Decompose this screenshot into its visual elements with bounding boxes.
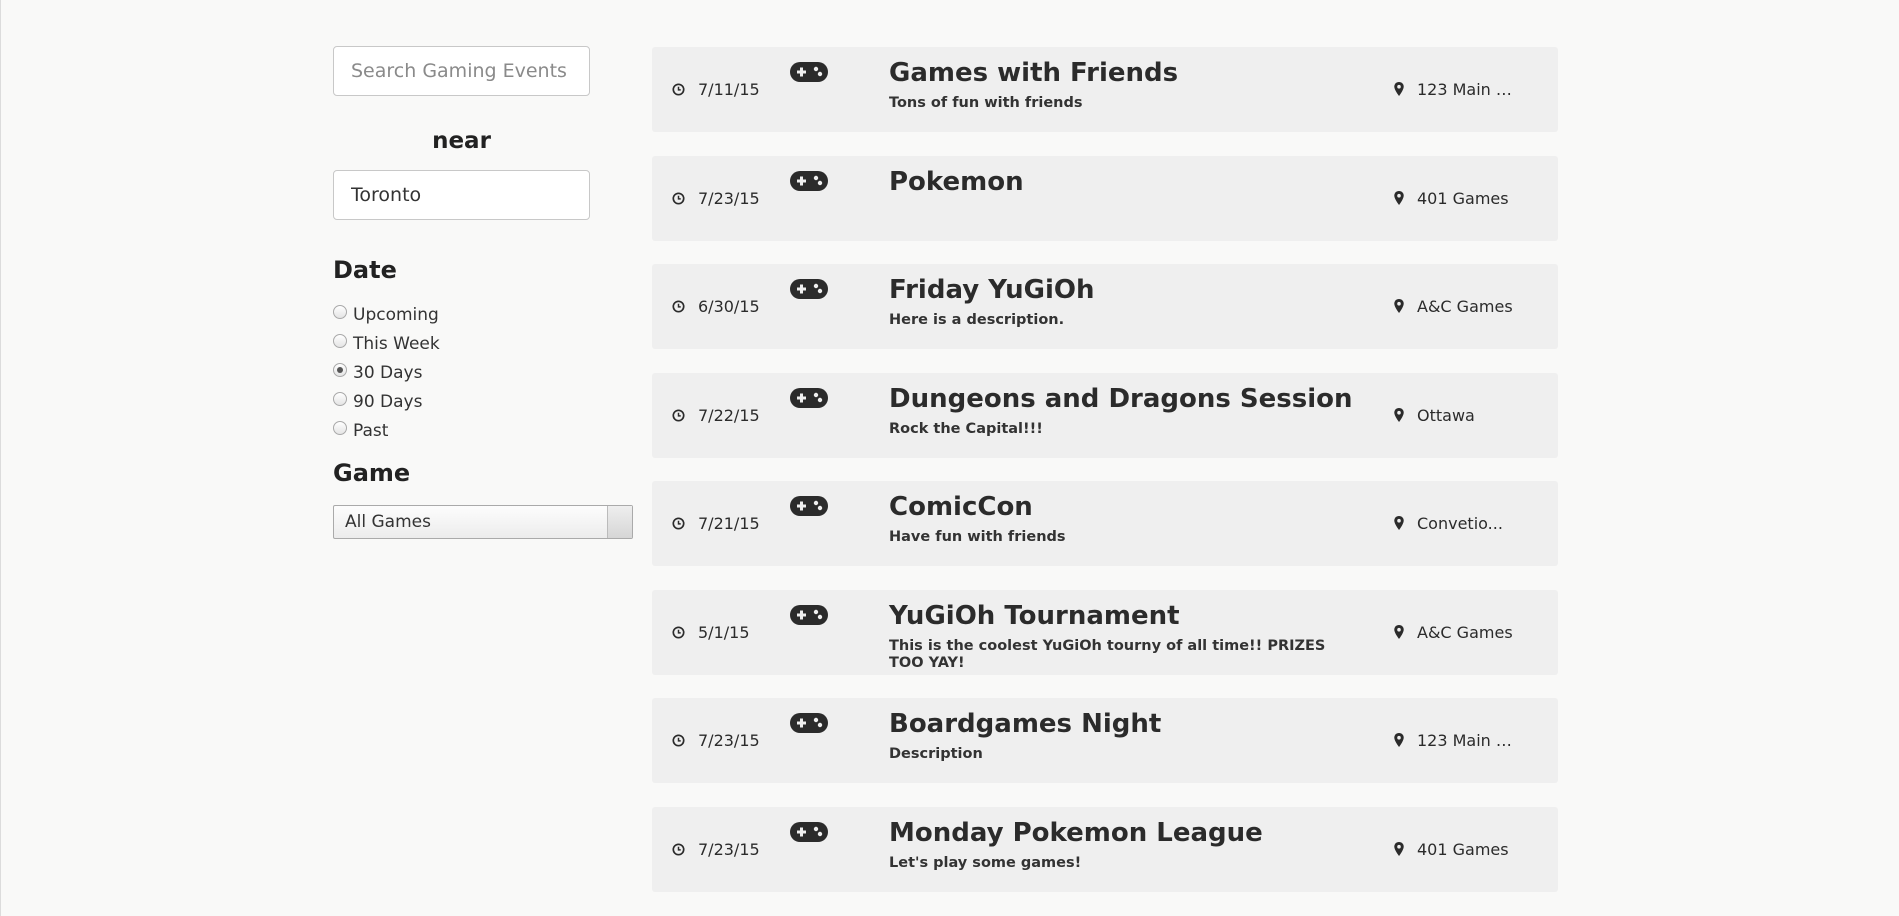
date-filter-heading: Date — [333, 256, 397, 284]
event-title[interactable]: ComicCon — [889, 492, 1033, 522]
gamepad-icon — [790, 604, 828, 625]
event-date: 7/23/15 — [698, 731, 760, 750]
event-date: 5/1/15 — [698, 622, 750, 642]
date-option-this-week[interactable]: This Week — [333, 329, 633, 358]
select-arrow-button[interactable] — [607, 506, 632, 538]
date-option-label: 90 Days — [353, 391, 423, 412]
date-option-90-days[interactable]: 90 Days — [333, 387, 633, 416]
event-title[interactable]: Pokemon — [889, 167, 1024, 197]
clock-icon — [672, 408, 685, 422]
event-location: A&C Games — [1417, 297, 1513, 316]
event-description: Tons of fun with friends — [889, 95, 1083, 111]
near-label: near — [432, 128, 491, 154]
event-date: 7/23/15 — [698, 839, 760, 859]
game-filter-heading: Game — [333, 459, 411, 487]
clock-icon — [672, 625, 685, 639]
map-pin-icon — [1394, 82, 1404, 96]
date-option-label: This Week — [353, 333, 440, 354]
radio-90-days[interactable] — [333, 391, 347, 406]
date-filter-options: Upcoming This Week 30 Days 90 Days Past — [333, 300, 633, 445]
event-card[interactable]: 7/23/15 Monday Pokemon League Let's play… — [652, 806, 1558, 892]
radio-past[interactable] — [333, 420, 347, 435]
game-select[interactable]: All Games — [333, 505, 633, 539]
event-title[interactable]: Friday YuGiOh — [889, 275, 1095, 305]
event-description: This is the coolest YuGiOh tourny of all… — [889, 637, 1326, 671]
filter-sidebar: near Date Upcoming This Week 30 Days 90 … — [333, 46, 633, 539]
date-option-label: 30 Days — [353, 362, 423, 383]
gamepad-icon — [790, 62, 828, 82]
event-card[interactable]: 7/23/15 Boardgames Night Description 123… — [652, 698, 1558, 783]
clock-icon — [672, 191, 685, 205]
gamepad-icon — [790, 387, 828, 408]
event-location: 401 Games — [1417, 188, 1509, 208]
date-option-past[interactable]: Past — [333, 416, 633, 445]
gamepad-icon — [790, 170, 828, 191]
event-description: Here is a description. — [889, 312, 1065, 328]
event-title[interactable]: Games with Friends — [889, 58, 1178, 88]
clock-icon — [672, 734, 685, 747]
event-description: Rock the Capital!!! — [889, 420, 1043, 437]
map-pin-icon — [1394, 516, 1404, 530]
date-option-upcoming[interactable]: Upcoming — [333, 300, 633, 329]
gamepad-icon — [790, 713, 828, 733]
event-title[interactable]: Dungeons and Dragons Session — [889, 384, 1353, 414]
event-card[interactable]: 7/23/15 Pokemon 401 Games — [652, 155, 1558, 241]
map-pin-icon — [1394, 190, 1404, 205]
gamepad-icon — [790, 821, 828, 842]
radio-30-days[interactable] — [333, 362, 347, 377]
event-location: Ottawa — [1417, 405, 1475, 425]
event-location: A&C Games — [1417, 622, 1513, 642]
map-pin-icon — [1394, 733, 1404, 747]
page-left-border — [0, 0, 1, 916]
event-description: Let's play some games! — [889, 854, 1082, 871]
date-option-30-days[interactable]: 30 Days — [333, 358, 633, 387]
event-card[interactable]: 7/11/15 Games with Friends Tons of fun w… — [652, 47, 1558, 132]
map-pin-icon — [1394, 841, 1404, 856]
date-option-label: Upcoming — [353, 304, 439, 325]
event-description: Have fun with friends — [889, 529, 1066, 545]
gamepad-icon — [790, 279, 828, 299]
event-card[interactable]: 7/22/15 Dungeons and Dragons Session Roc… — [652, 372, 1558, 458]
map-pin-icon — [1394, 624, 1404, 639]
map-pin-icon — [1394, 407, 1404, 422]
location-input[interactable] — [333, 170, 590, 220]
event-date: 7/21/15 — [698, 514, 760, 533]
clock-icon — [672, 300, 685, 313]
gamepad-icon — [790, 496, 828, 516]
event-list: 7/11/15 Games with Friends Tons of fun w… — [652, 47, 1558, 915]
event-card[interactable]: 6/30/15 Friday YuGiOh Here is a descript… — [652, 264, 1558, 349]
event-title[interactable]: Boardgames Night — [889, 709, 1161, 739]
clock-icon — [672, 517, 685, 530]
event-card[interactable]: 5/1/15 YuGiOh Tournament This is the coo… — [652, 589, 1558, 675]
event-title[interactable]: Monday Pokemon League — [889, 818, 1263, 848]
date-option-label: Past — [353, 420, 389, 441]
event-location: 123 Main St. — [1417, 731, 1514, 750]
radio-upcoming[interactable] — [333, 304, 347, 319]
event-date: 6/30/15 — [698, 297, 760, 316]
event-title[interactable]: YuGiOh Tournament — [889, 601, 1180, 631]
event-date: 7/23/15 — [698, 188, 760, 208]
map-pin-icon — [1394, 299, 1404, 313]
event-date: 7/22/15 — [698, 405, 760, 425]
event-location: Convetio... — [1417, 514, 1503, 533]
search-input[interactable] — [333, 46, 590, 96]
event-card[interactable]: 7/21/15 ComicCon Have fun with friends C… — [652, 481, 1558, 566]
event-location: 123 Main St. — [1417, 80, 1514, 99]
event-date: 7/11/15 — [698, 80, 760, 99]
event-location: 401 Games — [1417, 839, 1509, 859]
event-description: Description — [889, 746, 983, 762]
clock-icon — [672, 83, 685, 96]
game-select-value: All Games — [345, 512, 431, 532]
clock-icon — [672, 842, 685, 856]
radio-this-week[interactable] — [333, 333, 347, 348]
